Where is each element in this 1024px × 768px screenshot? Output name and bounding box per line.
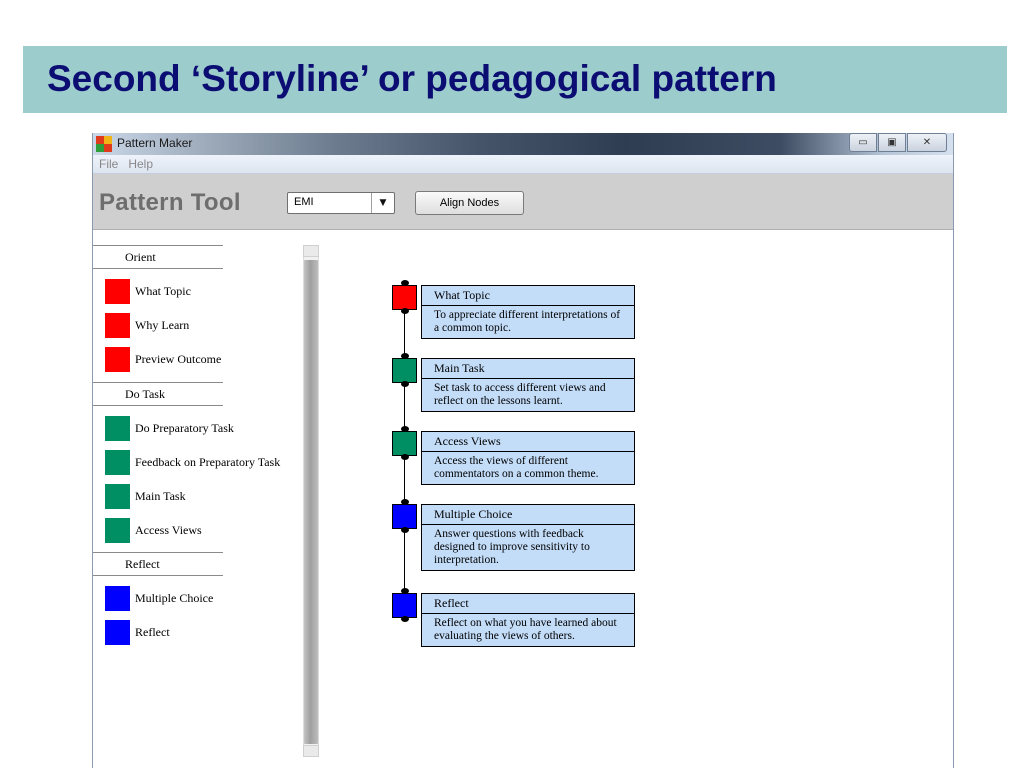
pattern-dropdown[interactable]: EMI ▼ <box>287 192 395 214</box>
window-controls: ▭ ▣ ✕ <box>848 133 947 152</box>
node-swatch-what-topic[interactable] <box>392 285 417 310</box>
node-port-bottom[interactable] <box>401 616 409 622</box>
tool-title: Pattern Tool <box>99 189 241 216</box>
palette-item-multiple-choice[interactable]: Multiple Choice <box>105 586 213 611</box>
palette-heading-reflect: Reflect <box>93 552 223 576</box>
node-port-bottom[interactable] <box>401 381 409 387</box>
menu-help[interactable]: Help <box>128 157 153 171</box>
node-access-views[interactable]: Access Views Access the views of differe… <box>421 431 635 485</box>
red-swatch <box>105 279 130 304</box>
menu-file[interactable]: File <box>99 157 118 171</box>
green-swatch <box>105 518 130 543</box>
palette-heading-do-task: Do Task <box>93 382 223 406</box>
palette-item-preview-outcome[interactable]: Preview Outcome <box>105 347 221 372</box>
scroll-up-button[interactable] <box>303 245 319 257</box>
node-description: Reflect on what you have learned about e… <box>434 617 617 642</box>
node-title: What Topic <box>422 286 634 306</box>
palette-item-label: Preview Outcome <box>135 352 222 366</box>
node-title: Main Task <box>422 359 634 379</box>
node-description: Answer questions with feedback designed … <box>434 528 590 566</box>
palette-item-feedback-on-preparatory-task[interactable]: Feedback on Preparatory Task <box>105 450 280 475</box>
palette-item-why-learn[interactable]: Why Learn <box>105 313 189 338</box>
slide-title-bar: Second ‘Storyline’ or pedagogical patter… <box>23 46 1007 113</box>
palette-item-reflect[interactable]: Reflect <box>105 620 170 645</box>
app-icon <box>96 136 112 152</box>
pattern-maker-window: Pattern Maker ▭ ▣ ✕ File Help Pattern To… <box>92 133 954 768</box>
node-swatch-main-task[interactable] <box>392 358 417 383</box>
palette-item-main-task[interactable]: Main Task <box>105 484 186 509</box>
palette-item-access-views[interactable]: Access Views <box>105 518 202 543</box>
blue-swatch <box>105 620 130 645</box>
node-port-bottom[interactable] <box>401 308 409 314</box>
close-icon[interactable]: ✕ <box>907 133 947 152</box>
scroll-down-button[interactable] <box>303 745 319 757</box>
node-description: Set task to access different views and r… <box>434 382 606 407</box>
align-nodes-button[interactable]: Align Nodes <box>415 191 524 215</box>
node-what-topic[interactable]: What Topic To appreciate different inter… <box>421 285 635 339</box>
palette-heading-orient: Orient <box>93 245 223 269</box>
green-swatch <box>105 450 130 475</box>
palette-item-label: Do Preparatory Task <box>135 421 234 435</box>
palette-item-what-topic[interactable]: What Topic <box>105 279 191 304</box>
palette-item-label: Feedback on Preparatory Task <box>135 455 281 469</box>
node-description: Access the views of different commentato… <box>434 455 599 480</box>
node-main-task[interactable]: Main Task Set task to access different v… <box>421 358 635 412</box>
palette-item-label: Reflect <box>135 625 170 639</box>
node-port-bottom[interactable] <box>401 527 409 533</box>
menu-bar: File Help <box>93 155 953 174</box>
palette-item-label: What Topic <box>135 284 191 298</box>
dropdown-value: EMI <box>294 196 314 208</box>
node-palette: Orient What Topic Why Learn Preview Outc… <box>93 230 303 768</box>
node-multiple-choice[interactable]: Multiple Choice Answer questions with fe… <box>421 504 635 571</box>
node-swatch-multiple-choice[interactable] <box>392 504 417 529</box>
maximize-icon[interactable]: ▣ <box>878 133 906 152</box>
palette-item-label: Access Views <box>135 523 202 537</box>
palette-item-label: Main Task <box>135 489 186 503</box>
palette-item-label: Multiple Choice <box>135 591 214 605</box>
green-swatch <box>105 484 130 509</box>
node-title: Multiple Choice <box>422 505 634 525</box>
palette-item-do-preparatory-task[interactable]: Do Preparatory Task <box>105 416 234 441</box>
palette-item-label: Why Learn <box>135 318 190 332</box>
node-title: Access Views <box>422 432 634 452</box>
palette-scrollbar-thumb[interactable] <box>304 260 318 744</box>
node-swatch-access-views[interactable] <box>392 431 417 456</box>
node-port-bottom[interactable] <box>401 454 409 460</box>
chevron-down-icon[interactable]: ▼ <box>371 193 394 213</box>
node-description: To appreciate different interpretations … <box>434 309 621 334</box>
node-reflect[interactable]: Reflect Reflect on what you have learned… <box>421 593 635 647</box>
toolbar: Pattern Tool EMI ▼ Align Nodes <box>93 174 953 230</box>
slide-title: Second ‘Storyline’ or pedagogical patter… <box>47 58 777 99</box>
red-swatch <box>105 347 130 372</box>
red-swatch <box>105 313 130 338</box>
blue-swatch <box>105 586 130 611</box>
window-title: Pattern Maker <box>117 136 193 150</box>
node-swatch-reflect[interactable] <box>392 593 417 618</box>
minimize-icon[interactable]: ▭ <box>849 133 877 152</box>
green-swatch <box>105 416 130 441</box>
window-title-bar[interactable]: Pattern Maker ▭ ▣ ✕ <box>93 133 953 155</box>
node-title: Reflect <box>422 594 634 614</box>
